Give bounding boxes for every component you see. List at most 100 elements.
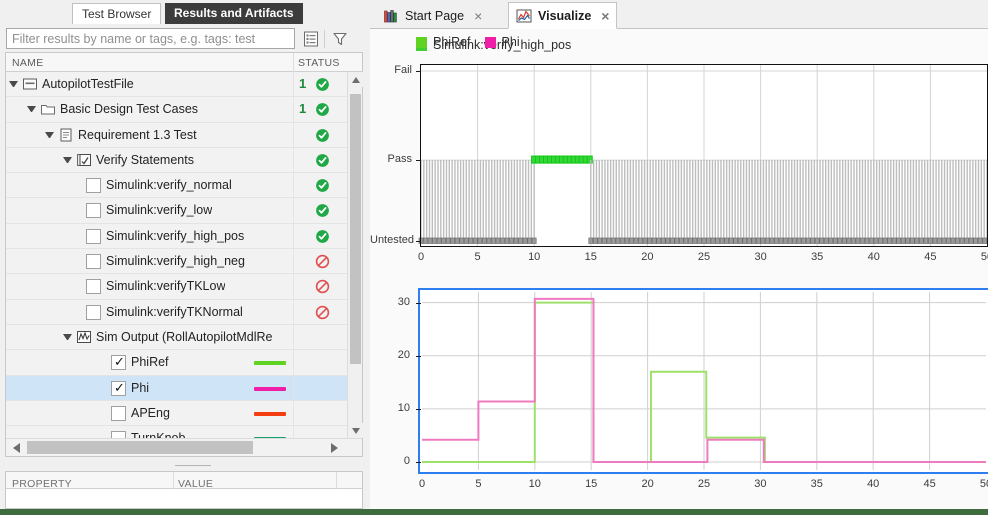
results-table: NAME STATUS AutopilotTestFile 1 Basic Desi… — [5, 52, 363, 457]
folder-icon — [40, 101, 56, 117]
row-column-divider — [293, 198, 294, 223]
check-icon: ✓ — [114, 354, 125, 370]
expand-collapse-arrow-icon[interactable] — [63, 333, 72, 342]
filter-toolbar — [0, 26, 366, 52]
tab-test-browser[interactable]: Test Browser — [72, 3, 162, 24]
chart1-ytick-mark — [416, 241, 421, 242]
row-label: PhiRef — [131, 355, 169, 370]
row-checkbox[interactable] — [86, 304, 101, 320]
row-label: APEng — [131, 405, 170, 420]
table-row[interactable]: Simulink:verify_high_neg — [6, 249, 349, 275]
expand-collapse-arrow-icon[interactable] — [27, 106, 36, 114]
row-checkbox[interactable] — [86, 254, 101, 270]
chart1-xtick-label: 10 — [528, 251, 541, 263]
chart2-ytick-label: 0 — [403, 455, 410, 468]
scroll-down-button[interactable] — [348, 423, 363, 438]
row-label: Phi — [131, 380, 150, 395]
row-label: TurnKnob — [131, 431, 185, 438]
table-row[interactable]: AutopilotTestFile 1 — [6, 72, 349, 98]
chart2-xtick-label: 35 — [810, 478, 823, 490]
funnel-filter-icon[interactable] — [330, 29, 350, 49]
vertical-scroll-thumb[interactable] — [350, 94, 361, 364]
chart1-xtick-label: 50 — [980, 251, 988, 263]
row-column-divider — [293, 400, 294, 426]
close-icon[interactable]: × — [474, 9, 482, 23]
chart1-ytick-label: Pass — [387, 153, 412, 166]
row-checkbox[interactable] — [86, 203, 101, 219]
tab-results-and-artifacts[interactable]: Results and Artifacts — [165, 3, 303, 24]
expand-collapse-arrow-icon[interactable] — [63, 156, 72, 165]
table-row[interactable]: ✓ PhiRef — [6, 350, 349, 376]
chart1-xtick-label: 5 — [474, 251, 481, 263]
table-row[interactable]: TurnKnob — [6, 426, 349, 438]
chart1-xtick-label: 20 — [641, 251, 654, 263]
results-and-artifacts-panel: Test Browser Results and Artifacts Filte… — [0, 0, 366, 509]
table-row[interactable]: Simulink:verifyTKNormal — [6, 299, 349, 325]
list-view-icon[interactable] — [301, 29, 321, 49]
table-row[interactable]: Verify Statements — [6, 147, 349, 174]
row-checkbox[interactable] — [111, 405, 126, 421]
table-row[interactable]: Simulink:verify_high_pos — [6, 223, 349, 250]
row-label: Sim Output (RollAutopilotMdlRe — [96, 329, 273, 344]
property-header-divider-1 — [173, 472, 174, 489]
chart2-legend: PhiRef Phi — [416, 35, 534, 49]
chart2-xtick-label: 40 — [867, 478, 880, 490]
row-label: Simulink:verify_high_pos — [106, 228, 245, 243]
splitter-grip — [175, 465, 211, 467]
results-tree[interactable]: AutopilotTestFile 1 Basic Design Test Case… — [6, 72, 349, 438]
horizontal-scroll-thumb[interactable] — [27, 441, 253, 454]
tab-visualize-label: Visualize — [538, 8, 592, 23]
chart2-ytick-mark — [416, 355, 421, 357]
expand-collapse-arrow-icon[interactable] — [9, 81, 18, 89]
verify-high-pos-chart[interactable] — [418, 64, 988, 247]
table-row[interactable]: ✓ Phi — [6, 375, 349, 401]
status-badge — [315, 128, 330, 143]
chart2-ytick-label: 20 — [397, 348, 410, 361]
close-icon[interactable]: × — [601, 9, 609, 23]
signal-color-swatch — [254, 361, 286, 366]
chart2-ytick-mark — [416, 408, 421, 410]
panel-splitter[interactable] — [5, 462, 363, 470]
property-header-divider-2 — [336, 472, 337, 489]
row-column-divider — [293, 147, 294, 173]
status-count: 1 — [299, 76, 307, 91]
row-checkbox[interactable] — [86, 279, 101, 295]
chart2-xtick-label: 30 — [754, 478, 767, 490]
scroll-left-button[interactable] — [8, 439, 24, 456]
tree-vertical-scrollbar[interactable] — [347, 72, 363, 438]
scroll-up-button[interactable] — [348, 72, 363, 87]
row-label: Basic Design Test Cases — [60, 102, 199, 117]
row-checkbox[interactable] — [111, 431, 126, 438]
filter-results-input[interactable] — [6, 28, 295, 49]
tab-visualize[interactable]: Visualize × — [508, 2, 618, 29]
row-checkbox[interactable]: ✓ — [111, 380, 126, 396]
chart1-xtick-label: 45 — [924, 251, 937, 263]
legend-swatch-phiref — [416, 36, 427, 48]
row-column-divider — [293, 299, 294, 324]
table-row[interactable]: Simulink:verify_low — [6, 198, 349, 224]
table-row[interactable]: Sim Output (RollAutopilotMdlRe — [6, 324, 349, 351]
row-checkbox[interactable]: ✓ — [111, 354, 126, 371]
table-row[interactable]: Simulink:verifyTKLow — [6, 274, 349, 300]
status-badge — [315, 153, 330, 168]
expand-collapse-arrow-icon[interactable] — [45, 131, 54, 140]
table-row[interactable]: Requirement 1.3 Test — [6, 122, 349, 148]
row-checkbox[interactable] — [86, 178, 101, 194]
scroll-right-button[interactable] — [326, 439, 342, 456]
row-column-divider — [293, 223, 294, 249]
row-column-divider — [293, 350, 294, 375]
table-row[interactable]: Basic Design Test Cases 1 — [6, 97, 349, 123]
table-row[interactable]: Simulink:verify_normal — [6, 173, 349, 199]
table-row[interactable]: APEng — [6, 400, 349, 427]
tree-horizontal-scrollbar[interactable] — [6, 438, 362, 456]
chart1-ytick-mark — [416, 71, 421, 72]
row-label: Verify Statements — [96, 152, 194, 167]
row-checkbox[interactable] — [86, 228, 101, 244]
toolstrip-tab-bar: Test Browser Results and Artifacts — [0, 0, 366, 25]
tab-start-page[interactable]: Start Page × — [376, 2, 489, 29]
chart2-xtick-label: 10 — [528, 478, 541, 490]
row-column-divider — [293, 426, 294, 438]
signal-plot-icon — [76, 329, 92, 345]
row-column-divider — [293, 274, 294, 299]
document-area: Start Page × Visualize × Simulink:verify… — [370, 0, 988, 509]
